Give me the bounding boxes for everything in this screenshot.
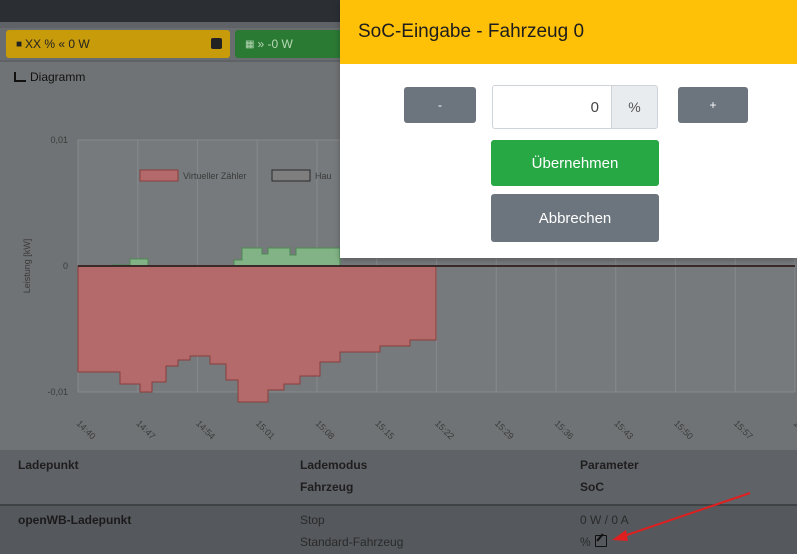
dialog-title: SoC-Eingabe - Fahrzeug 0: [358, 21, 585, 42]
soc-input-dialog: SoC-Eingabe - Fahrzeug 0 - % + Übernehme…: [340, 0, 797, 258]
x-tick-label: 14:47: [134, 418, 157, 441]
ev-status-text: XX % « 0 W: [25, 37, 90, 51]
row-soc: %: [580, 532, 607, 552]
legend-label-virtual: Virtueller Zähler: [183, 171, 246, 181]
chart-title-text: Diagramm: [30, 70, 86, 84]
grid-icon: ▦: [245, 38, 255, 50]
header-ladepunkt: Ladepunkt: [18, 458, 79, 472]
legend-swatch-house: [271, 169, 311, 182]
x-tick-label: 15:01: [254, 418, 277, 441]
edit-icon[interactable]: [594, 535, 607, 547]
grid-status-text: » -0 W: [257, 37, 293, 51]
row-soc-value: %: [580, 535, 591, 549]
x-tick-label: 16:04: [792, 418, 797, 441]
header-soc: SoC: [580, 480, 604, 494]
cancel-button[interactable]: Abbrechen: [491, 194, 659, 242]
row-ladepunkt-name: openWB-Ladepunkt: [18, 513, 132, 527]
apply-button[interactable]: Übernehmen: [491, 140, 659, 186]
x-tick-label: 15:50: [672, 418, 695, 441]
x-tick-label: 15:08: [314, 418, 337, 441]
x-tick-label: 15:43: [612, 418, 635, 441]
x-tick-label: 15:22: [433, 418, 456, 441]
row-power: 0 W / 0 A: [580, 513, 629, 527]
y-tick-label: -0,01: [47, 387, 68, 397]
chart-title: Diagramm: [14, 70, 85, 84]
x-tick-label: 15:36: [553, 418, 576, 441]
soc-input[interactable]: [492, 85, 612, 129]
row-fahrzeug: Standard-Fahrzeug: [300, 535, 404, 549]
charge-point-table: Ladepunkt Lademodus Fahrzeug Parameter S…: [0, 450, 797, 554]
increment-button[interactable]: +: [678, 87, 748, 123]
table-header: Ladepunkt Lademodus Fahrzeug Parameter S…: [0, 450, 797, 506]
x-tick-label: 15:15: [373, 418, 396, 441]
dialog-header: SoC-Eingabe - Fahrzeug 0: [340, 0, 797, 64]
header-fahrzeug: Fahrzeug: [300, 480, 354, 494]
y-tick-label: 0,01: [50, 135, 68, 145]
chart-icon: [14, 72, 26, 82]
x-tick-label: 15:29: [493, 418, 516, 441]
decrement-button[interactable]: -: [404, 87, 476, 123]
y-axis-label: Leistung [kW]: [22, 239, 32, 294]
car-icon: ■: [16, 38, 23, 50]
x-tick-label: 14:40: [75, 418, 98, 441]
grid-status-badge[interactable]: ▦ » -0 W: [235, 30, 345, 58]
x-tick-label: 14:54: [194, 418, 217, 441]
toggle-icon[interactable]: [211, 38, 222, 49]
percent-unit-label: %: [612, 85, 658, 129]
y-tick-label: 0: [63, 261, 68, 271]
header-parameter: Parameter: [580, 458, 639, 472]
legend-swatch-virtual: [139, 169, 179, 182]
x-tick-label: 15:57: [732, 418, 755, 441]
row-lademodus[interactable]: Stop: [300, 510, 325, 530]
legend-label-house: Hau: [315, 171, 332, 181]
ev-status-badge[interactable]: ■ XX % « 0 W: [6, 30, 230, 58]
header-lademodus: Lademodus: [300, 458, 368, 472]
